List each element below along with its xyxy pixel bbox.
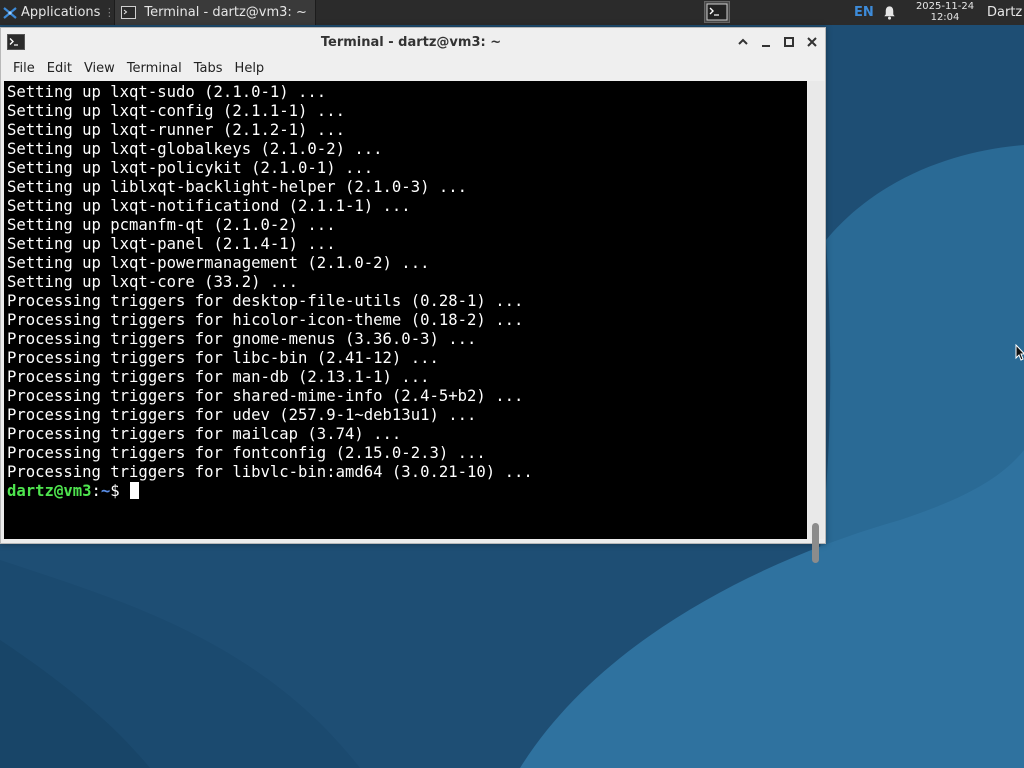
- terminal-icon: [706, 3, 728, 21]
- terminal-line: Setting up lxqt-globalkeys (2.1.0-2) ...: [7, 140, 383, 158]
- chevron-up-icon: [738, 38, 748, 45]
- quicklaunch-terminal-button[interactable]: [704, 1, 730, 23]
- applications-menu-button[interactable]: Applications: [0, 0, 104, 25]
- window-titlebar[interactable]: Terminal - dartz@vm3: ~: [1, 28, 825, 57]
- window-title: Terminal - dartz@vm3: ~: [320, 35, 502, 50]
- menu-tabs[interactable]: Tabs: [188, 57, 229, 81]
- terminal-line: Processing triggers for fontconfig (2.15…: [7, 444, 486, 462]
- top-panel: Applications ⋮ Terminal - dartz@vm3: ~ E…: [0, 0, 1024, 25]
- terminal-line: Processing triggers for libvlc-bin:amd64…: [7, 463, 533, 481]
- menu-file[interactable]: File: [7, 57, 41, 81]
- terminal-line: Processing triggers for udev (257.9-1~de…: [7, 406, 477, 424]
- terminal-line: Processing triggers for man-db (2.13.1-1…: [7, 368, 430, 386]
- terminal-line: Processing triggers for desktop-file-uti…: [7, 292, 524, 310]
- bell-icon[interactable]: [882, 5, 897, 20]
- clock-date: 2025-11-24: [915, 1, 975, 12]
- shell-prompt: dartz@vm3:~$: [4, 482, 807, 501]
- menu-edit[interactable]: Edit: [41, 57, 78, 81]
- terminal-line: Processing triggers for libc-bin (2.41-1…: [7, 349, 439, 367]
- prompt-path: ~: [100, 482, 111, 500]
- menu-terminal[interactable]: Terminal: [121, 57, 188, 81]
- keyboard-layout-indicator[interactable]: EN: [854, 0, 874, 25]
- prompt-colon: :: [91, 482, 101, 500]
- maximize-icon: [784, 37, 794, 47]
- terminal-line: Setting up lxqt-policykit (2.1.0-1) ...: [7, 159, 374, 177]
- prompt-user: dartz@vm3: [7, 482, 92, 500]
- terminal-line: Setting up lxqt-config (2.1.1-1) ...: [7, 102, 345, 120]
- menu-help[interactable]: Help: [229, 57, 271, 81]
- close-icon: [807, 37, 817, 47]
- terminal-line: Setting up lxqt-runner (2.1.2-1) ...: [7, 121, 345, 139]
- close-button[interactable]: [803, 33, 821, 51]
- menu-bar: File Edit View Terminal Tabs Help: [1, 57, 825, 81]
- terminal-line: Setting up lxqt-core (33.2) ...: [7, 273, 299, 291]
- taskbar-item-label: Terminal - dartz@vm3: ~: [144, 5, 307, 20]
- clock[interactable]: 2025-11-24 12:04: [908, 1, 982, 23]
- clock-time: 12:04: [930, 12, 960, 23]
- menu-view[interactable]: View: [78, 57, 121, 81]
- user-menu[interactable]: Dartz: [987, 0, 1022, 25]
- terminal-line: Processing triggers for hicolor-icon-the…: [7, 311, 524, 329]
- maximize-button[interactable]: [780, 33, 798, 51]
- terminal-line: Processing triggers for mailcap (3.74) .…: [7, 425, 402, 443]
- panel-separator-icon: ⋮: [103, 6, 115, 19]
- terminal-line: Setting up liblxqt-backlight-helper (2.1…: [7, 178, 468, 196]
- minimize-button[interactable]: [757, 33, 775, 51]
- terminal-line: Processing triggers for shared-mime-info…: [7, 387, 524, 405]
- terminal-output[interactable]: Setting up lxqt-sudo (2.1.0-1) ... Setti…: [4, 81, 807, 539]
- prompt-symbol: $: [110, 482, 130, 500]
- terminal-line: Setting up pcmanfm-qt (2.1.0-2) ...: [7, 216, 336, 234]
- terminal-line: Processing triggers for gnome-menus (3.3…: [7, 330, 477, 348]
- shade-button[interactable]: [734, 33, 752, 51]
- applications-label: Applications: [21, 5, 101, 20]
- vertical-scrollbar[interactable]: [808, 81, 824, 563]
- terminal-line: Setting up lxqt-notificationd (2.1.1-1) …: [7, 197, 411, 215]
- scrollbar-thumb[interactable]: [812, 523, 819, 563]
- taskbar-item-terminal[interactable]: Terminal - dartz@vm3: ~: [114, 0, 316, 25]
- terminal-window: Terminal - dartz@vm3: ~ File Edit View T…: [0, 27, 826, 563]
- mouse-pointer-icon: [1015, 344, 1024, 361]
- terminal-line: Setting up lxqt-panel (2.1.4-1) ...: [7, 235, 336, 253]
- terminal-lines: Setting up lxqt-sudo (2.1.0-1) ... Setti…: [4, 81, 807, 482]
- terminal-line: Setting up lxqt-sudo (2.1.0-1) ...: [7, 83, 327, 101]
- lxqt-logo-icon: [3, 6, 17, 19]
- minimize-icon: [762, 45, 770, 47]
- terminal-line: Setting up lxqt-powermanagement (2.1.0-2…: [7, 254, 430, 272]
- text-cursor: [130, 482, 140, 499]
- terminal-icon: [121, 6, 137, 19]
